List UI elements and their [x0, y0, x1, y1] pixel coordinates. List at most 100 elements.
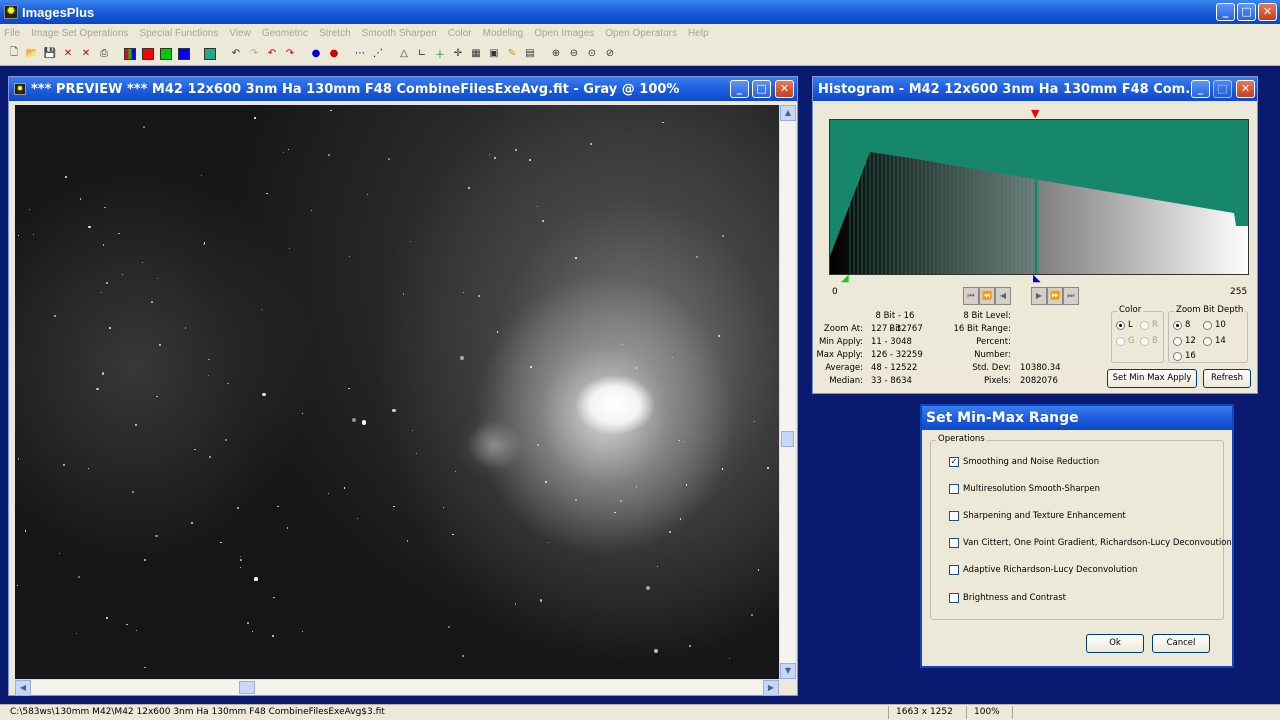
histogram-minimize-button[interactable]: _ — [1191, 80, 1210, 98]
zoom-in-icon[interactable]: ⊕ — [548, 46, 564, 62]
scroll-left-button[interactable]: ◀ — [15, 680, 31, 696]
min-slider-icon[interactable]: ◢ — [841, 273, 849, 284]
axis-icon[interactable]: ∟ — [414, 46, 430, 62]
node-icon[interactable]: ⋰ — [370, 46, 386, 62]
option-multiresolution-smooth-sharpen[interactable]: Multiresolution Smooth-Sharpen — [949, 484, 1100, 494]
color-radio-g[interactable]: G — [1116, 336, 1135, 346]
back-icon[interactable]: ◀ — [995, 287, 1011, 305]
menu-image-set-operations[interactable]: Image Set Operations — [31, 28, 128, 39]
close-image-icon[interactable]: ✕ — [60, 46, 76, 62]
pencil-icon[interactable]: ✎ — [504, 46, 520, 62]
blue-channel-icon[interactable] — [176, 46, 192, 62]
green-channel-icon[interactable] — [158, 46, 174, 62]
undo-icon[interactable]: ↶ — [228, 46, 244, 62]
vertical-scrollbar[interactable]: ▲ ▼ — [779, 105, 796, 679]
scroll-up-button[interactable]: ▲ — [780, 105, 796, 121]
color-radio-b[interactable]: B — [1140, 336, 1158, 346]
triangle-icon[interactable]: △ — [396, 46, 412, 62]
checkbox[interactable] — [949, 538, 959, 548]
zoom-radio-14[interactable]: 14 — [1203, 336, 1226, 346]
scroll-right-button[interactable]: ▶ — [763, 680, 779, 696]
redo-icon[interactable]: ↷ — [246, 46, 262, 62]
menu-view[interactable]: View — [229, 28, 251, 39]
preview-maximize-button[interactable]: □ — [752, 80, 771, 98]
menu-help[interactable]: Help — [688, 28, 709, 39]
rgb-icon[interactable] — [122, 46, 138, 62]
menu-geometric[interactable]: Geometric — [262, 28, 308, 39]
zoom-radio-8[interactable]: 8 — [1173, 320, 1190, 330]
zoom-actual-icon[interactable]: ⊘ — [602, 46, 618, 62]
plus-icon[interactable]: ＋ — [432, 46, 448, 62]
crosshair-icon[interactable]: ✛ — [450, 46, 466, 62]
preview-minimize-button[interactable]: _ — [730, 80, 749, 98]
checkbox[interactable] — [949, 565, 959, 575]
color-radio-l[interactable]: L — [1116, 320, 1133, 330]
minimize-button[interactable]: _ — [1216, 3, 1235, 21]
checkbox[interactable] — [949, 511, 959, 521]
save-icon[interactable]: 💾 — [42, 46, 58, 62]
option-adaptive-richardson-lucy[interactable]: Adaptive Richardson-Lucy Deconvolution — [949, 565, 1137, 575]
zoom-radio-10[interactable]: 10 — [1203, 320, 1226, 330]
menu-open-images[interactable]: Open Images — [534, 28, 594, 39]
ok-button[interactable]: Ok — [1086, 634, 1144, 653]
zoom-radio-12[interactable]: 12 — [1173, 336, 1196, 346]
horizontal-scroll-thumb[interactable] — [239, 681, 255, 694]
star — [514, 603, 517, 605]
fast-forward-icon[interactable]: ⏩ — [1047, 287, 1063, 305]
histogram-maximize-button[interactable]: □ — [1213, 80, 1232, 98]
menu-open-operators[interactable]: Open Operators — [605, 28, 677, 39]
horizontal-scrollbar[interactable]: ◀ ▶ — [15, 679, 779, 696]
checkbox[interactable] — [949, 593, 959, 603]
menu-stretch[interactable]: Stretch — [319, 28, 351, 39]
option-van-cittert-deconvolution[interactable]: Van Cittert, One Point Gradient, Richard… — [949, 538, 1232, 548]
menu-special-functions[interactable]: Special Functions — [139, 28, 218, 39]
cancel-button[interactable]: Cancel — [1152, 634, 1210, 653]
grid-icon[interactable] — [202, 46, 218, 62]
maximize-button[interactable]: □ — [1237, 3, 1256, 21]
preview-close-button[interactable]: ✕ — [775, 80, 794, 98]
scroll-down-button[interactable]: ▼ — [780, 663, 796, 679]
option-sharpening-texture[interactable]: Sharpening and Texture Enhancement — [949, 511, 1126, 521]
close-button[interactable]: ✕ — [1258, 3, 1277, 21]
star — [460, 356, 464, 361]
dotted-line-icon[interactable]: ⋯ — [352, 46, 368, 62]
menu-file[interactable]: File — [4, 28, 20, 39]
color-radio-r[interactable]: R — [1140, 320, 1158, 330]
checkbox-checked[interactable]: ✓ — [949, 457, 959, 467]
preview-title-bar[interactable]: ✹ *** PREVIEW *** M42 12x600 3nm Ha 130m… — [9, 77, 797, 101]
checkbox[interactable] — [949, 484, 959, 494]
calculator-icon[interactable]: ▦ — [468, 46, 484, 62]
dialog-title-bar[interactable]: Set Min-Max Range — [922, 406, 1232, 430]
histogram-title-bar[interactable]: Histogram - M42 12x600 3nm Ha 130mm F48 … — [813, 77, 1257, 101]
last-icon[interactable]: ⏭ — [1063, 287, 1079, 305]
nebula-image[interactable] — [15, 105, 779, 679]
histogram-close-button[interactable]: ✕ — [1236, 80, 1255, 98]
picture-icon[interactable]: ▣ — [486, 46, 502, 62]
histogram-plot[interactable] — [829, 119, 1249, 275]
new-icon[interactable]: 🗋 — [6, 46, 22, 62]
zoom-fit-icon[interactable]: ⊙ — [584, 46, 600, 62]
close-all-icon[interactable]: ✕ — [78, 46, 94, 62]
option-brightness-contrast[interactable]: Brightness and Contrast — [949, 593, 1066, 603]
option-smoothing-noise-reduction[interactable]: ✓ Smoothing and Noise Reduction — [949, 457, 1099, 467]
zoom-radio-16[interactable]: 16 — [1173, 351, 1196, 361]
print-icon[interactable]: ⎙ — [96, 46, 112, 62]
fast-back-icon[interactable]: ⏪ — [979, 287, 995, 305]
set-min-max-apply-button[interactable]: Set Min Max Apply — [1107, 369, 1197, 388]
menu-smooth-sharpen[interactable]: Smooth Sharpen — [362, 28, 437, 39]
menu-modeling[interactable]: Modeling — [483, 28, 524, 39]
red-channel-icon[interactable] — [140, 46, 156, 62]
first-icon[interactable]: ⏮ — [963, 287, 979, 305]
menu-color[interactable]: Color — [448, 28, 472, 39]
blue-dot-icon[interactable]: ● — [308, 46, 324, 62]
zoom-out-icon[interactable]: ⊖ — [566, 46, 582, 62]
forward-icon[interactable]: ▶ — [1031, 287, 1047, 305]
max-slider-icon[interactable]: ◣ — [1033, 273, 1041, 284]
vertical-scroll-thumb[interactable] — [781, 431, 794, 447]
open-icon[interactable]: 📂 — [24, 46, 40, 62]
undo-all-icon[interactable]: ↶ — [264, 46, 280, 62]
table-icon[interactable]: ▤ — [522, 46, 538, 62]
redo-all-icon[interactable]: ↷ — [282, 46, 298, 62]
red-dot-icon[interactable]: ● — [326, 46, 342, 62]
refresh-button[interactable]: Refresh — [1203, 369, 1251, 388]
